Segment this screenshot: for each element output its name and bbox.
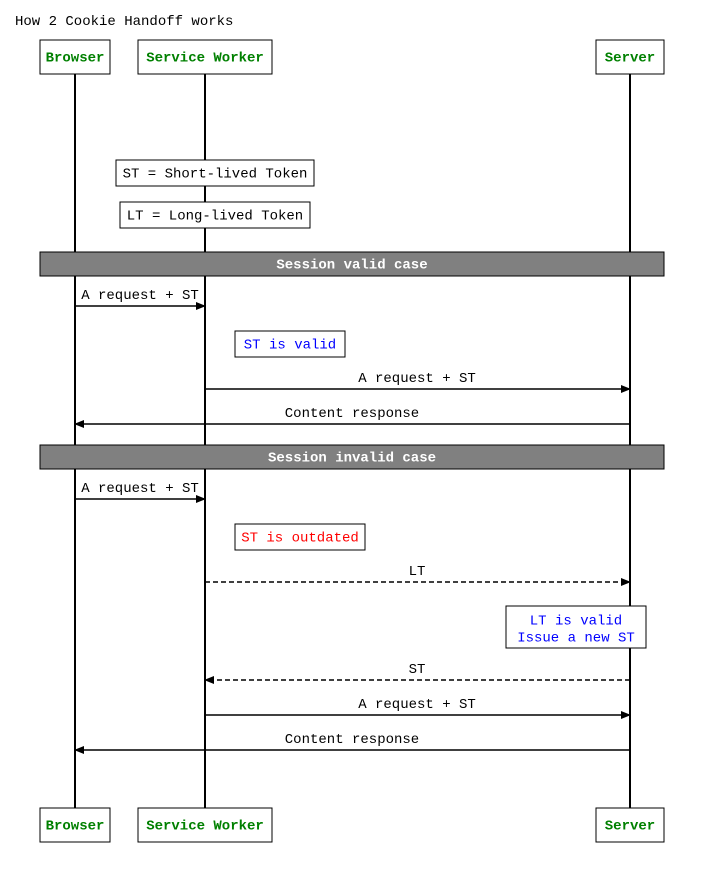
svg-text:ST is valid: ST is valid [244, 338, 336, 354]
note-st-valid: ST is valid [235, 331, 345, 357]
svg-text:Browser: Browser [46, 51, 105, 67]
msg-sw-to-server-lt: LT [205, 564, 630, 582]
msg-browser-to-sw-request-1: A request + ST [75, 288, 205, 306]
sequence-diagram: How 2 Cookie Handoff works Browser Servi… [10, 10, 700, 862]
msg-sw-to-server-request-1: A request + ST [205, 371, 630, 389]
svg-text:LT is valid: LT is valid [530, 614, 622, 630]
svg-text:Content response: Content response [285, 406, 419, 422]
note-lt-definition: LT = Long-lived Token [120, 202, 310, 228]
svg-text:Session invalid case: Session invalid case [268, 451, 436, 467]
participant-service-worker-bottom: Service Worker [138, 808, 272, 842]
msg-browser-to-sw-request-2: A request + ST [75, 481, 205, 499]
participant-service-worker-top: Service Worker [138, 40, 272, 74]
note-st-definition: ST = Short-lived Token [116, 160, 314, 186]
msg-sw-to-server-request-2: A request + ST [205, 697, 630, 715]
svg-text:LT = Long-lived Token: LT = Long-lived Token [127, 209, 303, 225]
svg-text:ST is outdated: ST is outdated [241, 531, 359, 547]
svg-text:Service Worker: Service Worker [146, 819, 264, 835]
svg-text:Session valid case: Session valid case [276, 258, 427, 274]
note-lt-valid: LT is valid Issue a new ST [506, 606, 646, 648]
svg-text:A request + ST: A request + ST [81, 288, 199, 304]
note-st-outdated: ST is outdated [235, 524, 365, 550]
participant-browser-top: Browser [40, 40, 110, 74]
svg-text:ST = Short-lived Token: ST = Short-lived Token [123, 167, 308, 183]
participant-server-bottom: Server [596, 808, 664, 842]
svg-text:Server: Server [605, 819, 655, 835]
participant-server-top: Server [596, 40, 664, 74]
msg-server-to-browser-content-2: Content response [75, 732, 630, 750]
svg-text:A request + ST: A request + ST [81, 481, 199, 497]
svg-text:LT: LT [409, 564, 426, 580]
svg-text:Server: Server [605, 51, 655, 67]
svg-text:ST: ST [409, 662, 426, 678]
svg-text:Service Worker: Service Worker [146, 51, 264, 67]
svg-text:A request + ST: A request + ST [358, 697, 476, 713]
msg-server-to-browser-content-1: Content response [75, 406, 630, 424]
svg-text:Issue a new ST: Issue a new ST [517, 631, 635, 647]
divider-session-valid: Session valid case [40, 252, 664, 276]
diagram-title: How 2 Cookie Handoff works [15, 14, 233, 30]
svg-text:Browser: Browser [46, 819, 105, 835]
msg-server-to-sw-st: ST [205, 662, 630, 680]
divider-session-invalid: Session invalid case [40, 445, 664, 469]
participant-browser-bottom: Browser [40, 808, 110, 842]
svg-text:Content response: Content response [285, 732, 419, 748]
svg-text:A request + ST: A request + ST [358, 371, 476, 387]
